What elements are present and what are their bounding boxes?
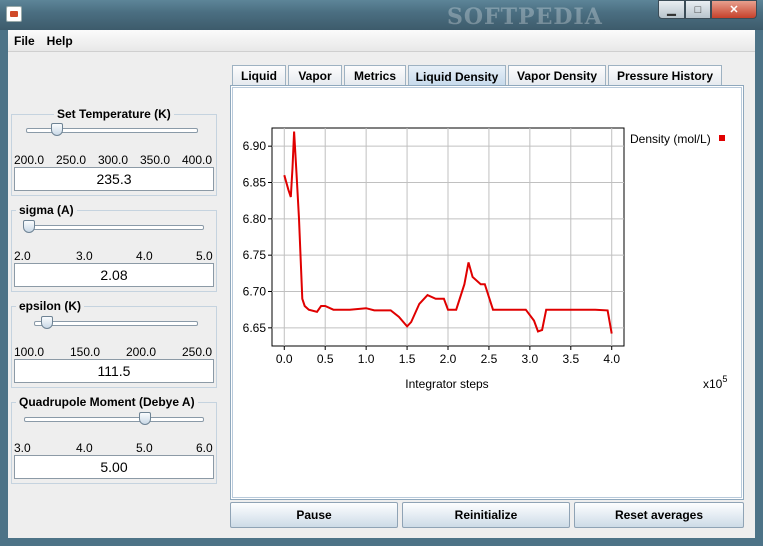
epsilon-slider-track[interactable] xyxy=(34,321,198,326)
menu-help[interactable]: Help xyxy=(41,30,79,52)
x-tick-label: 0.5 xyxy=(317,352,334,366)
menu-bar: File Help xyxy=(8,30,755,52)
sigma-slider-track[interactable] xyxy=(24,225,204,230)
x-tick-label: 3.5 xyxy=(562,352,579,366)
temperature-tick: 200.0 xyxy=(14,153,45,167)
x-tick-label: 1.5 xyxy=(399,352,416,366)
tab-liquid[interactable]: Liquid xyxy=(232,65,286,86)
temperature-input[interactable]: 235.3 xyxy=(14,167,214,191)
tab-pressure-history[interactable]: Pressure History xyxy=(608,65,722,86)
legend-label: Density (mol/L) xyxy=(630,132,711,146)
epsilon-label: epsilon (K) xyxy=(16,299,84,313)
title-bar: SOFTPEDIA ▁ □ ✕ xyxy=(0,0,763,30)
x-tick-label: 1.0 xyxy=(358,352,375,366)
epsilon-tick: 250.0 xyxy=(182,345,213,359)
sigma-tick: 3.0 xyxy=(76,249,93,263)
y-tick-label: 6.85 xyxy=(243,176,267,190)
epsilon-tick: 200.0 xyxy=(126,345,157,359)
tab-liquid-density[interactable]: Liquid Density xyxy=(408,65,506,87)
reset-averages-button[interactable]: Reset averages xyxy=(574,502,744,528)
legend-swatch xyxy=(719,135,725,141)
x-tick-label: 4.0 xyxy=(603,352,620,366)
quadrupole-tick: 5.0 xyxy=(136,441,153,455)
quadrupole-tick: 3.0 xyxy=(14,441,31,455)
tab-metrics[interactable]: Metrics xyxy=(344,65,406,86)
y-tick-labels: 6.65 6.70 6.75 6.80 6.85 6.90 xyxy=(243,139,267,335)
reinitialize-button[interactable]: Reinitialize xyxy=(402,502,570,528)
y-tick-label: 6.75 xyxy=(243,248,267,262)
x-tick-label: 2.0 xyxy=(440,352,457,366)
quadrupole-slider-thumb[interactable] xyxy=(138,412,151,425)
minimize-button[interactable]: ▁ xyxy=(658,0,685,19)
quadrupole-input[interactable]: 5.00 xyxy=(14,455,214,479)
x-axis-multiplier: x105 xyxy=(703,374,727,391)
maximize-button[interactable]: □ xyxy=(685,0,711,19)
java-app-icon[interactable] xyxy=(6,6,22,22)
sigma-tick: 5.0 xyxy=(196,249,213,263)
window-frame-bottom xyxy=(0,538,763,546)
watermark: SOFTPEDIA xyxy=(447,4,603,30)
temperature-tick: 400.0 xyxy=(182,153,213,167)
minimize-icon: ▁ xyxy=(667,4,676,16)
sigma-input[interactable]: 2.08 xyxy=(14,263,214,287)
y-tick-label: 6.70 xyxy=(243,285,267,299)
maximize-icon: □ xyxy=(694,3,702,16)
tab-vapor[interactable]: Vapor xyxy=(288,65,342,86)
sigma-control: sigma (A) 2.0 3.0 4.0 5.0 2.08 xyxy=(11,203,217,292)
sigma-slider-thumb[interactable] xyxy=(23,220,36,233)
pause-button[interactable]: Pause xyxy=(230,502,398,528)
quadrupole-label: Quadrupole Moment (Debye A) xyxy=(16,395,198,409)
quadrupole-tick: 4.0 xyxy=(76,441,93,455)
temperature-tick: 300.0 xyxy=(98,153,129,167)
window-frame-left xyxy=(0,30,8,546)
client-area: File Help Set Temperature (K) 200.0 250.… xyxy=(8,30,755,538)
window-controls: ▁ □ ✕ xyxy=(658,0,757,20)
density-chart: 0.0 0.5 1.0 1.5 2.0 2.5 3.0 3.5 4.0 6.65 6.70 6.75… xyxy=(243,127,727,391)
plot-container: 0.0 0.5 1.0 1.5 2.0 2.5 3.0 3.5 4.0 6.65 6.70 6.75… xyxy=(232,87,742,498)
quadrupole-control: Quadrupole Moment (Debye A) 3.0 4.0 5.0 … xyxy=(11,395,217,484)
tab-vapor-density[interactable]: Vapor Density xyxy=(508,65,606,86)
y-tick-label: 6.80 xyxy=(243,212,267,226)
window-frame-right xyxy=(755,30,763,546)
epsilon-control: epsilon (K) 100.0 150.0 200.0 250.0 111.… xyxy=(11,299,217,388)
sigma-tick: 4.0 xyxy=(136,249,153,263)
epsilon-tick: 150.0 xyxy=(70,345,101,359)
temperature-control: Set Temperature (K) 200.0 250.0 300.0 35… xyxy=(11,107,217,196)
temperature-label: Set Temperature (K) xyxy=(54,107,174,121)
temperature-tick: 250.0 xyxy=(56,153,87,167)
x-tick-label: 3.0 xyxy=(522,352,539,366)
epsilon-input[interactable]: 111.5 xyxy=(14,359,214,383)
y-tick-label: 6.65 xyxy=(243,321,267,335)
x-axis-label: Integrator steps xyxy=(405,377,488,391)
y-tick-label: 6.90 xyxy=(243,139,267,153)
temperature-tick: 350.0 xyxy=(140,153,171,167)
quadrupole-tick: 6.0 xyxy=(196,441,213,455)
epsilon-slider-thumb[interactable] xyxy=(41,316,54,329)
liquid-density-panel: 0.0 0.5 1.0 1.5 2.0 2.5 3.0 3.5 4.0 6.65 6.70 6.75… xyxy=(230,85,744,500)
quadrupole-slider-track[interactable] xyxy=(24,417,204,422)
temperature-slider-thumb[interactable] xyxy=(50,123,63,136)
sigma-label: sigma (A) xyxy=(16,203,77,217)
close-button[interactable]: ✕ xyxy=(711,0,757,19)
epsilon-tick: 100.0 xyxy=(14,345,45,359)
x-tick-label: 0.0 xyxy=(276,352,293,366)
menu-file[interactable]: File xyxy=(8,30,41,52)
x-tick-labels: 0.0 0.5 1.0 1.5 2.0 2.5 3.0 3.5 4.0 xyxy=(276,352,620,366)
sigma-tick: 2.0 xyxy=(14,249,31,263)
x-tick-label: 2.5 xyxy=(481,352,498,366)
close-icon: ✕ xyxy=(729,4,739,16)
